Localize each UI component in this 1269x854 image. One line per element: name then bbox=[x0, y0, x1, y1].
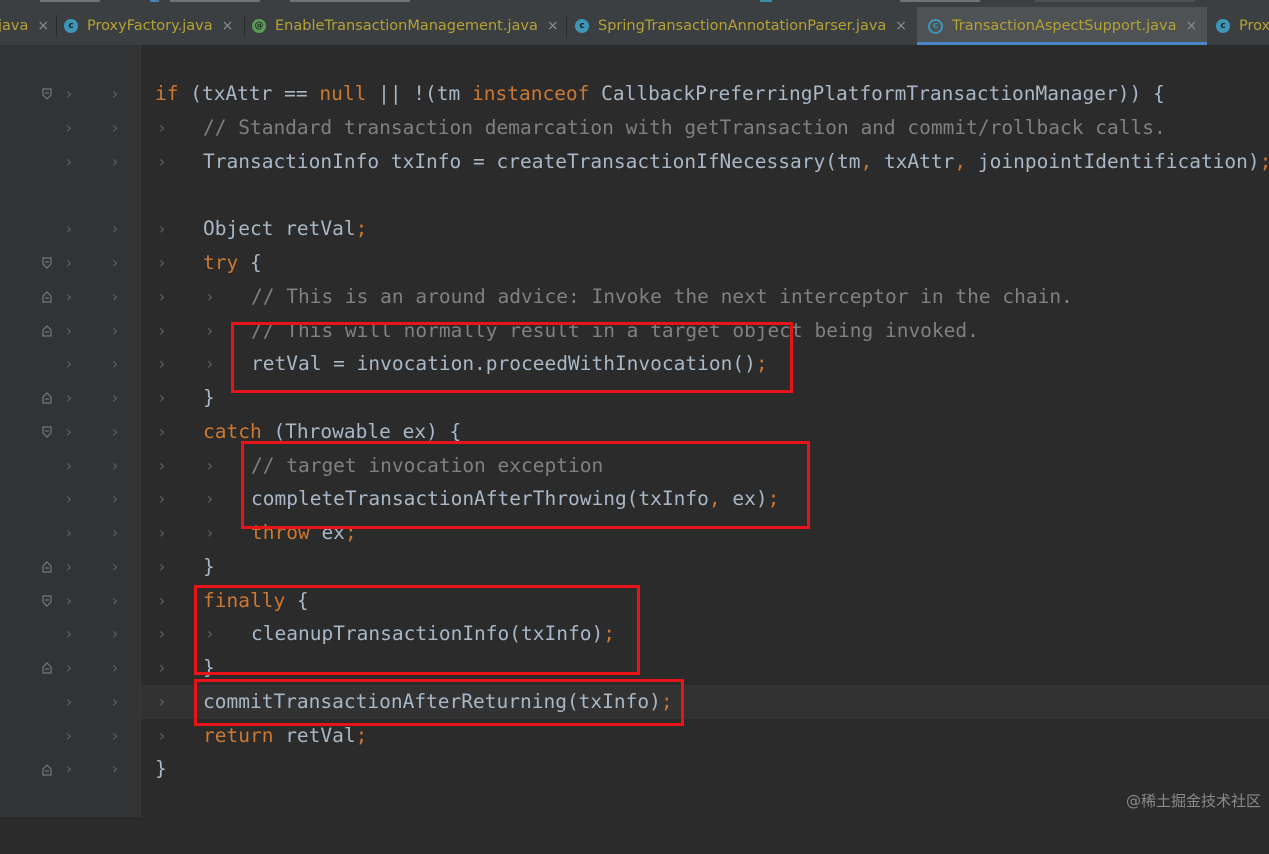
annotation-icon: @ bbox=[252, 19, 266, 33]
code-line: } bbox=[155, 757, 167, 780]
close-icon[interactable]: × bbox=[222, 18, 234, 34]
tab-label: Prox bbox=[1239, 18, 1269, 34]
code-line: try { bbox=[203, 251, 262, 274]
code-line: TransactionInfo txInfo = createTransacti… bbox=[203, 150, 1269, 173]
code-line: // This is an around advice: Invoke the … bbox=[251, 285, 1073, 308]
highlight-box-finally bbox=[194, 585, 640, 675]
tab-spring-transaction-annotation-parser[interactable]: c SpringTransactionAnnotationParser.java… bbox=[575, 7, 907, 45]
watermark: @稀土掘金技术社区 bbox=[1125, 792, 1261, 810]
highlight-box-catch bbox=[241, 441, 810, 529]
window-header-fragment bbox=[0, 0, 1269, 7]
abstract-class-icon: c bbox=[928, 18, 943, 34]
tab-proxy-truncated[interactable]: c Prox bbox=[1216, 7, 1269, 45]
highlight-box-proceed bbox=[231, 322, 793, 393]
tab-label: EnableTransactionManagement.java bbox=[275, 18, 538, 34]
code-line: // Standard transaction demarcation with… bbox=[203, 116, 1166, 139]
close-icon[interactable]: × bbox=[895, 18, 907, 34]
class-icon: c bbox=[1216, 19, 1230, 33]
tab-label: TransactionAspectSupport.java bbox=[952, 18, 1177, 34]
close-icon[interactable]: × bbox=[547, 18, 559, 34]
code-line: if (txAttr == null || !(tm instanceof Ca… bbox=[155, 82, 1165, 105]
highlight-box-commit bbox=[194, 679, 684, 726]
close-icon[interactable]: × bbox=[1186, 18, 1198, 34]
code-line: Object retVal; bbox=[203, 217, 368, 240]
tab-label: java bbox=[0, 18, 29, 34]
class-icon: c bbox=[64, 19, 78, 33]
tab-label: ProxyFactory.java bbox=[87, 18, 213, 34]
tab-enable-transaction-management[interactable]: @ EnableTransactionManagement.java × bbox=[252, 7, 559, 45]
close-icon[interactable]: × bbox=[37, 18, 49, 34]
class-icon: c bbox=[575, 19, 589, 33]
code-line: } bbox=[203, 555, 215, 578]
editor-tab-bar: java × c ProxyFactory.java × @ EnableTra… bbox=[0, 7, 1269, 46]
tab-label: SpringTransactionAnnotationParser.java bbox=[598, 18, 887, 34]
tab-transaction-aspect-support[interactable]: c TransactionAspectSupport.java × bbox=[917, 7, 1207, 45]
tab-proxy-factory[interactable]: c ProxyFactory.java × bbox=[64, 7, 233, 45]
tab-java[interactable]: java × bbox=[0, 7, 49, 45]
